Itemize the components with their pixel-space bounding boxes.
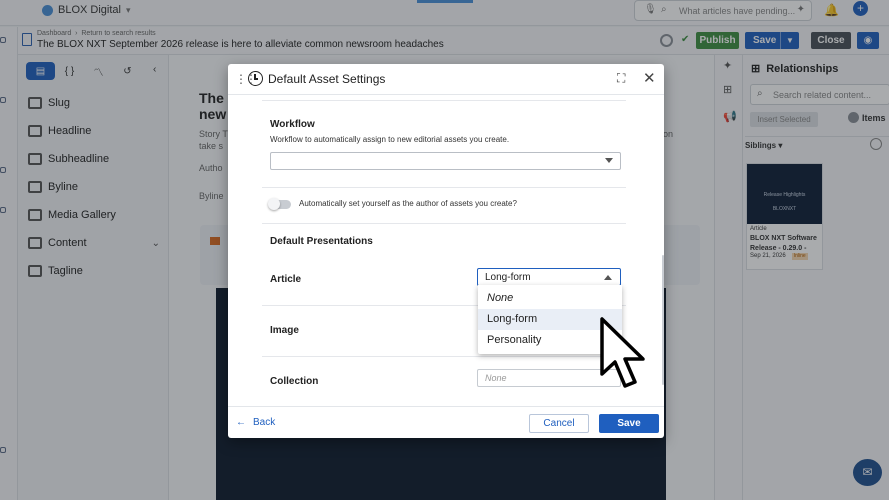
divider (262, 223, 626, 224)
workflow-label: Workflow (270, 119, 315, 130)
collection-label: Collection (270, 376, 319, 387)
save-button[interactable]: Save (599, 414, 659, 433)
auto-author-toggle[interactable] (268, 198, 291, 210)
divider (262, 100, 626, 101)
back-button[interactable]: ← Back (236, 417, 275, 428)
dialog-title: Default Asset Settings (268, 72, 386, 86)
workflow-select[interactable] (270, 152, 621, 170)
back-label: Back (253, 417, 276, 428)
cancel-button[interactable]: Cancel (529, 414, 589, 433)
article-presentation-select[interactable]: Long-form (477, 268, 621, 286)
chevron-up-icon (604, 275, 612, 280)
chevron-down-icon (605, 158, 613, 163)
image-label: Image (270, 325, 299, 336)
divider (262, 187, 626, 188)
workflow-help: Workflow to automatically assign to new … (270, 135, 510, 144)
dialog-header: ⋮⋮ Default Asset Settings ⛶ ✕ (228, 64, 664, 95)
article-label: Article (270, 274, 302, 285)
divider (262, 356, 626, 357)
clock-icon (248, 71, 263, 86)
article-presentation-value: Long-form (485, 272, 531, 283)
menu-item-none[interactable]: None (478, 288, 622, 309)
presentations-heading: Default Presentations (270, 236, 373, 247)
collection-presentation-value: None (485, 373, 507, 383)
arrow-left-icon: ← (236, 417, 246, 428)
dialog-scrollbar[interactable] (662, 255, 664, 385)
close-icon[interactable]: ✕ (643, 69, 656, 87)
auto-author-label: Automatically set yourself as the author… (299, 199, 517, 208)
pointer-cursor-icon (600, 317, 645, 388)
expand-icon[interactable]: ⛶ (617, 71, 625, 86)
dialog-footer: ← Back Cancel Save (228, 406, 664, 438)
